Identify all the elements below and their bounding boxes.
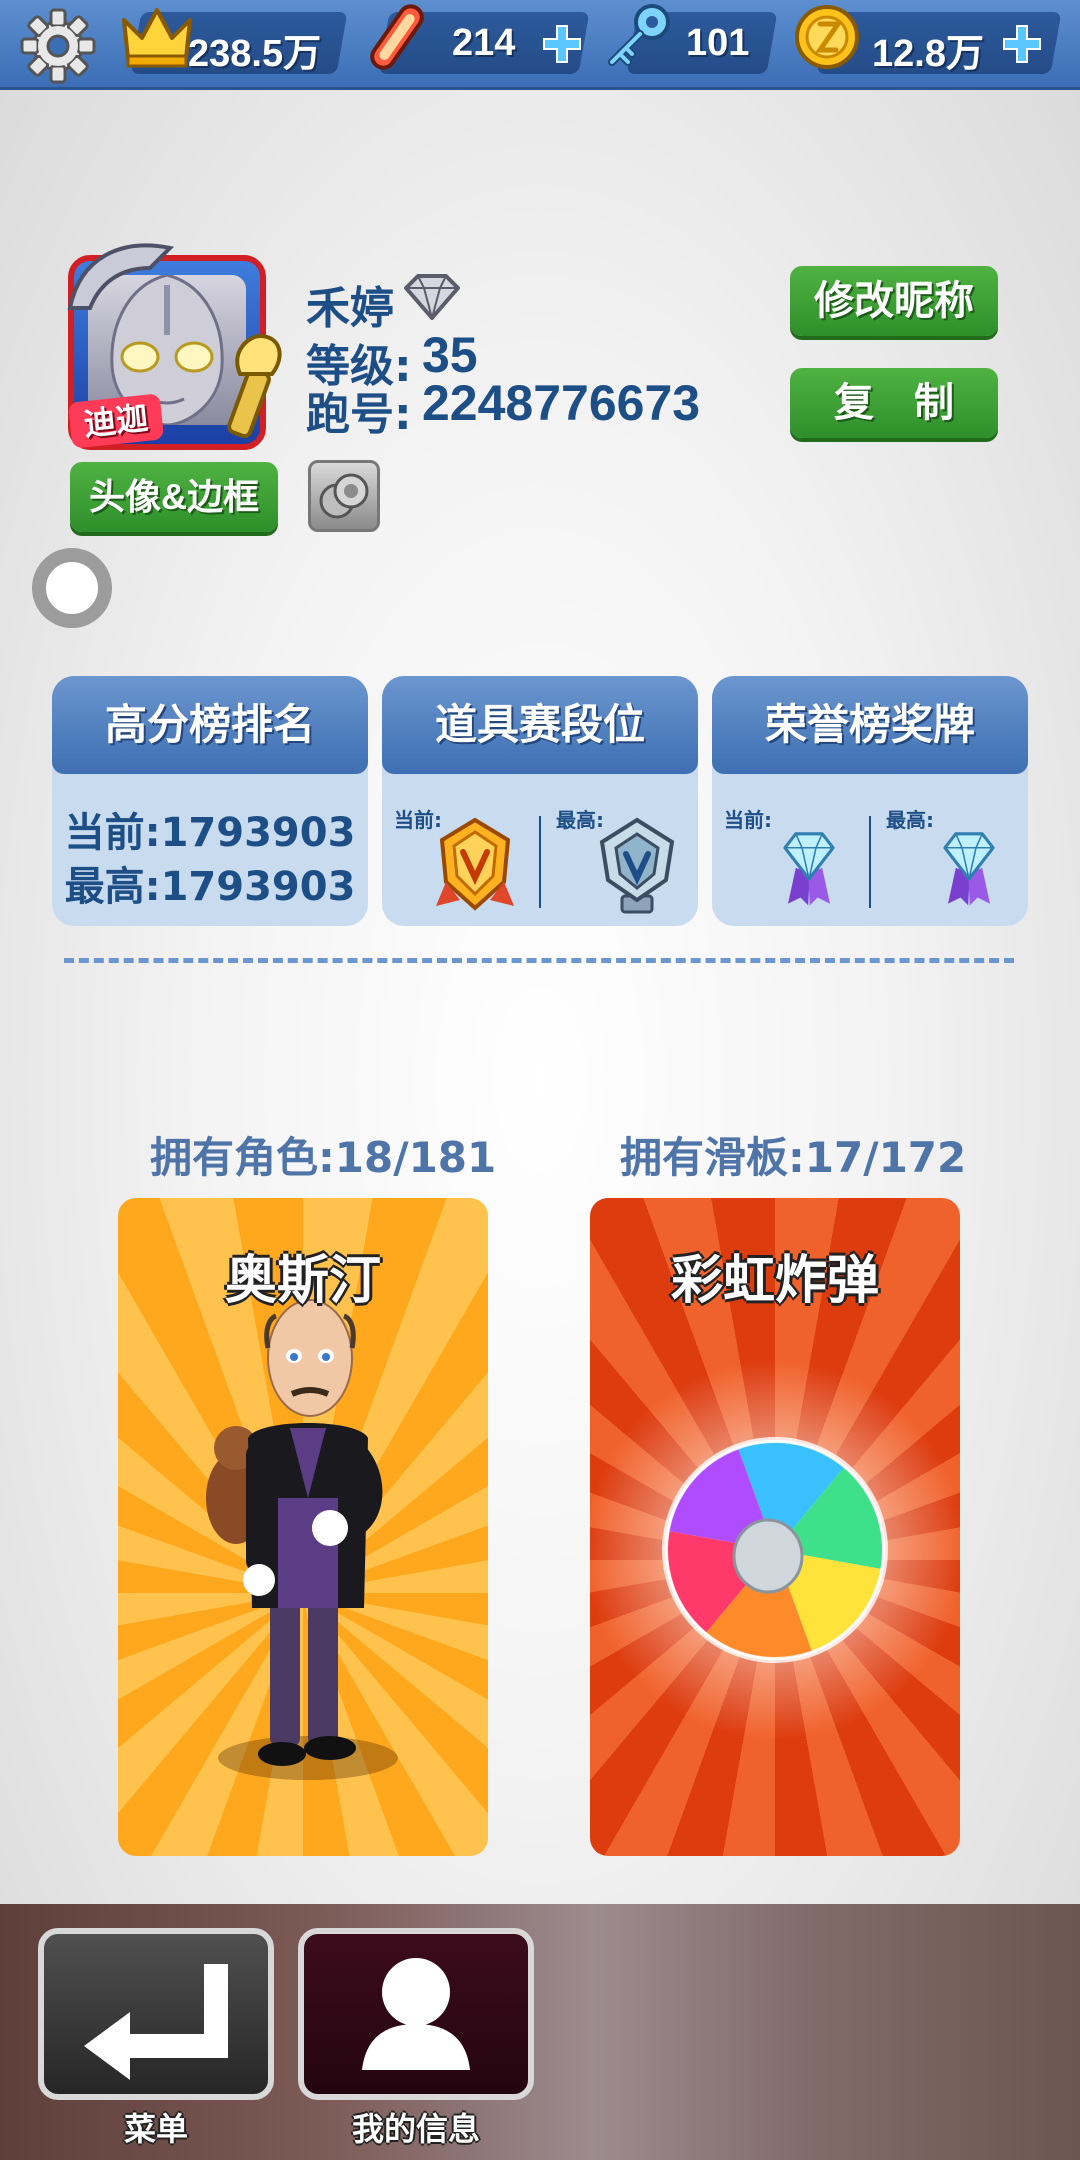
character-card[interactable]: 奥斯汀 bbox=[118, 1198, 488, 1856]
my-info-button[interactable] bbox=[298, 1928, 534, 2100]
item-rank-panel[interactable]: 道具赛段位 当前: 最高: bbox=[382, 676, 698, 926]
highscore-panel[interactable]: 高分榜排名 当前:1793903 最高:1793903 bbox=[52, 676, 368, 926]
crown-value: 238.5万 bbox=[188, 33, 322, 75]
honor-panel[interactable]: 荣誉榜奖牌 当前: 最高: bbox=[712, 676, 1028, 926]
item-rank-title: 道具赛段位 bbox=[382, 676, 698, 774]
highscore-title: 高分榜排名 bbox=[52, 676, 368, 774]
board-value: 214 bbox=[452, 22, 516, 64]
resource-bar: 238.5万 214 101 12.8万 bbox=[0, 0, 1080, 90]
coin-icon bbox=[795, 5, 859, 69]
diamond-medal-icon bbox=[943, 832, 995, 906]
highscore-best: 最高:1793903 bbox=[64, 864, 356, 910]
avatar-sparklence-icon bbox=[227, 333, 282, 439]
avatar-helmet-icon bbox=[67, 243, 175, 310]
owned-characters-label: 拥有角色:18/181 bbox=[150, 1133, 497, 1182]
coin-value: 12.8万 bbox=[872, 33, 984, 75]
section-divider bbox=[64, 958, 1014, 963]
loading-indicator bbox=[32, 548, 112, 628]
run-id-value: 2248776673 bbox=[422, 375, 701, 431]
key-icon bbox=[608, 4, 670, 66]
crown-icon bbox=[122, 8, 192, 68]
platinum-rank-medal-icon bbox=[599, 817, 675, 914]
user-profile-icon bbox=[362, 1958, 470, 2070]
avatar-tag: 迪迦 bbox=[67, 393, 165, 449]
character-name: 奥斯汀 bbox=[224, 1251, 381, 1311]
bottom-navigation: 菜单 我的信息 bbox=[0, 1904, 1080, 2160]
my-info-label: 我的信息 bbox=[351, 2110, 480, 2148]
hoverboard-icon bbox=[370, 4, 424, 70]
add-board-button[interactable] bbox=[540, 22, 584, 66]
avatar-frame-button[interactable]: 头像&边框 bbox=[70, 462, 278, 532]
gold-rank-medal-icon bbox=[436, 817, 514, 911]
return-arrow-icon bbox=[84, 1964, 228, 2080]
run-id-label: 跑号: bbox=[306, 389, 412, 440]
panel-divider bbox=[869, 816, 871, 908]
diamond-medal-icon bbox=[783, 832, 835, 906]
board-card[interactable]: 彩虹炸弹 bbox=[590, 1198, 960, 1856]
add-coin-button[interactable] bbox=[1000, 22, 1044, 66]
coins-badge-icon bbox=[319, 473, 369, 519]
key-value: 101 bbox=[686, 22, 750, 64]
honor-title: 荣誉榜奖牌 bbox=[712, 676, 1028, 774]
owned-boards-label: 拥有滑板:17/172 bbox=[620, 1133, 967, 1182]
settings-gear-icon[interactable] bbox=[20, 8, 96, 84]
rename-button[interactable]: 修改昵称 bbox=[790, 266, 998, 336]
menu-label: 菜单 bbox=[123, 2110, 188, 2148]
diamond-rank-icon bbox=[404, 274, 460, 320]
honor-current-label: 当前: bbox=[724, 808, 772, 832]
panel-divider bbox=[539, 816, 541, 908]
honor-best-label: 最高: bbox=[886, 808, 934, 832]
player-nickname: 禾婷 bbox=[306, 283, 394, 334]
copy-id-button[interactable]: 复 制 bbox=[790, 368, 998, 438]
title-badge[interactable] bbox=[308, 460, 380, 532]
board-name: 彩虹炸弹 bbox=[670, 1251, 879, 1311]
highscore-current: 当前:1793903 bbox=[64, 810, 356, 856]
menu-button[interactable] bbox=[38, 1928, 274, 2100]
